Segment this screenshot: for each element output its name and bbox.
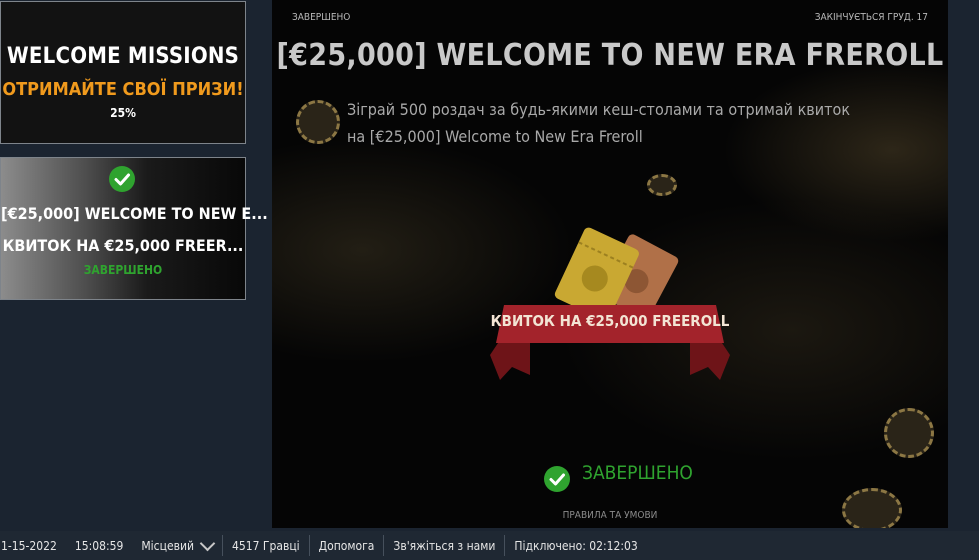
- poker-chip-icon: [647, 174, 677, 196]
- date-label: 1-15-2022: [1, 538, 57, 553]
- chevron-down-icon: [199, 535, 216, 551]
- panel-description: Зіграй 500 роздач за будь-якими кеш-стол…: [347, 100, 851, 146]
- players-count: 4517 Гравці: [223, 535, 310, 556]
- mission-name: [€25,000] WELCOME TO NEW E...: [1, 204, 268, 223]
- welcome-missions-title: WELCOME MISSIONS: [6, 44, 240, 69]
- mission-prize: КВИТОК НА €25,000 FREER...: [2, 236, 244, 255]
- mission-detail-panel: ЗАВЕРШЕНО ЗАКІНЧУЄТЬСЯ ГРУД. 17 [€25,000…: [272, 0, 948, 528]
- contact-link[interactable]: Зв'яжіться з нами: [384, 535, 506, 556]
- time-label: 15:08:59: [74, 538, 124, 553]
- help-link[interactable]: Допомога: [310, 535, 385, 556]
- timezone-label: Місцевий: [141, 538, 194, 553]
- poker-chip-icon: [884, 408, 934, 458]
- panel-title: [€25,000] WELCOME TO NEW ERA FREROLL: [276, 38, 944, 73]
- mission-status: ЗАВЕРШЕНО: [83, 263, 163, 277]
- poker-chip-icon: [288, 92, 348, 152]
- check-icon: [544, 466, 570, 492]
- poker-chip-icon: [842, 488, 902, 528]
- prize-label: КВИТОК НА €25,000 FREEROLL: [490, 312, 730, 330]
- panel-end-date: ЗАКІНЧУЄТЬСЯ ГРУД. 17: [814, 12, 928, 23]
- connection-status: Підключено: 02:12:03: [514, 538, 638, 553]
- welcome-missions-card[interactable]: WELCOME MISSIONS ОТРИМАЙТЕ СВОЇ ПРИЗИ! 2…: [0, 1, 246, 144]
- completed-label: ЗАВЕРШЕНО: [582, 462, 693, 484]
- panel-status: ЗАВЕРШЕНО: [292, 12, 351, 23]
- check-icon: [109, 166, 135, 192]
- current-mission-card[interactable]: [€25,000] WELCOME TO NEW E... КВИТОК НА …: [0, 157, 268, 300]
- status-bar: 1-15-2022 15:08:59 Місцевий 4517 Гравці …: [0, 531, 979, 560]
- welcome-missions-subtitle: ОТРИМАЙТЕ СВОЇ ПРИЗИ!: [2, 79, 244, 100]
- terms-link[interactable]: ПРАВИЛА ТА УМОВИ: [272, 510, 948, 521]
- timezone-selector[interactable]: Місцевий: [132, 535, 223, 556]
- welcome-missions-progress: 25%: [110, 106, 136, 120]
